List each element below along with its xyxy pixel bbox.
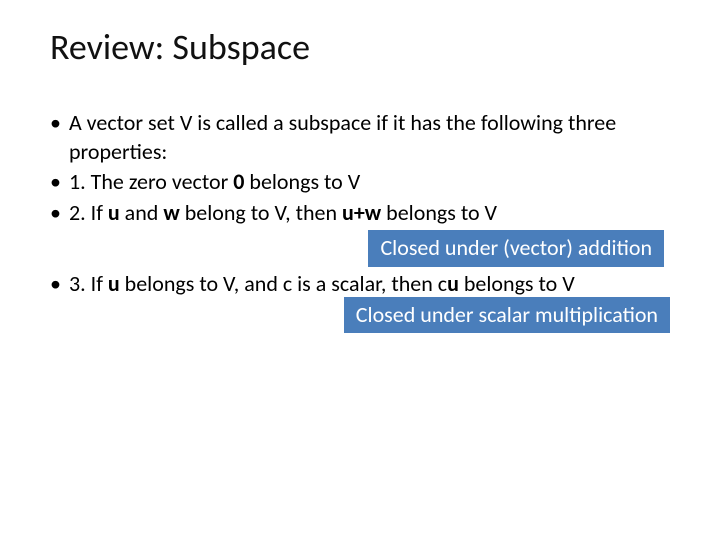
text-part: belongs to V (244, 168, 360, 195)
bullet-marker: • (50, 168, 61, 197)
text-part: 2. If (69, 199, 108, 226)
bold-u: u (108, 199, 120, 226)
slide-container: Review: Subspace • A vector set V is cal… (0, 0, 720, 333)
bullet-item-2: • 2. If u and w belong to V, then u+w be… (50, 199, 670, 228)
slide-content: • A vector set V is called a subspace if… (50, 109, 670, 333)
bold-u: u (108, 270, 120, 297)
bullet-item-3: • 3. If u belongs to V, and c is a scala… (50, 270, 670, 299)
bullet-marker: • (50, 109, 61, 166)
text-part: belong to V, then (180, 199, 342, 226)
bullet-text: 2. If u and w belong to V, then u+w belo… (69, 199, 670, 228)
callout-row-scalar: Closed under scalar multiplication (50, 301, 670, 334)
bold-w: w (163, 199, 179, 226)
text-part: belongs to V (381, 199, 497, 226)
bold-zero: 0 (233, 168, 244, 195)
callout-addition: Closed under (vector) addition (368, 230, 664, 267)
text-part: 3. If (69, 270, 108, 297)
callout-scalar: Closed under scalar multiplication (344, 297, 670, 334)
bullet-text: 1. The zero vector 0 belongs to V (69, 168, 670, 197)
text-part: belongs to V, and c is a scalar, then c (120, 270, 447, 297)
text-part: 1. The zero vector (69, 168, 233, 195)
bold-u2: u (447, 270, 459, 297)
bullet-text: A vector set V is called a subspace if i… (69, 109, 670, 166)
bullet-marker: • (50, 199, 61, 228)
bullet-item-1: • 1. The zero vector 0 belongs to V (50, 168, 670, 197)
text-part: and (120, 199, 164, 226)
slide-title: Review: Subspace (50, 25, 670, 69)
bullet-text: 3. If u belongs to V, and c is a scalar,… (69, 270, 670, 299)
text-part: belongs to V (459, 270, 575, 297)
callout-row-addition: Closed under (vector) addition (50, 230, 670, 267)
bold-uw: u+w (342, 199, 381, 226)
bullet-marker: • (50, 270, 61, 299)
bullet-intro: • A vector set V is called a subspace if… (50, 109, 670, 166)
